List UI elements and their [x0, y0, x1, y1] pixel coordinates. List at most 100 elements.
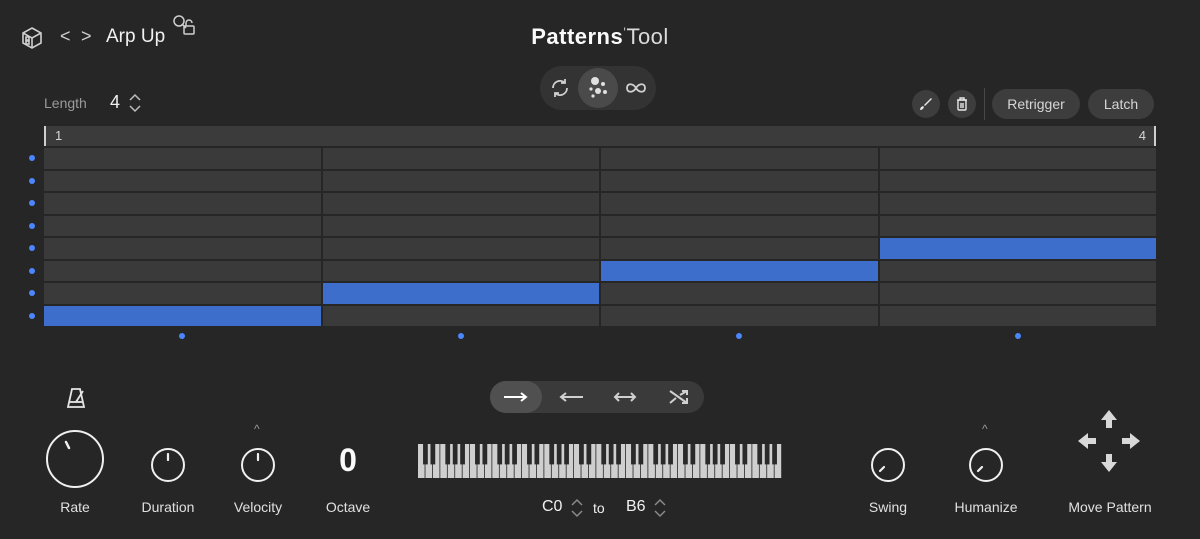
black-key[interactable] — [764, 444, 770, 465]
note-cell[interactable] — [601, 238, 878, 259]
active-note-cell[interactable] — [44, 305, 321, 326]
black-key[interactable] — [690, 444, 696, 465]
black-key[interactable] — [527, 444, 532, 465]
black-key[interactable] — [445, 444, 451, 465]
black-key[interactable] — [564, 444, 569, 465]
direction-random-icon[interactable] — [654, 381, 704, 413]
length-value[interactable]: 4 — [110, 92, 120, 113]
black-key[interactable] — [512, 444, 517, 465]
rate-knob[interactable] — [44, 428, 106, 490]
note-cell[interactable] — [322, 238, 599, 259]
octave-value[interactable]: 0 — [322, 442, 374, 479]
black-key[interactable] — [742, 444, 748, 465]
direction-forward-icon[interactable] — [490, 381, 542, 413]
black-key[interactable] — [586, 444, 592, 465]
step-indicator-dot[interactable] — [457, 333, 464, 339]
black-key[interactable] — [556, 444, 562, 465]
swing-knob[interactable] — [870, 447, 906, 483]
humanize-knob[interactable] — [968, 447, 1004, 483]
note-cell[interactable] — [879, 170, 1156, 191]
note-cell[interactable] — [879, 305, 1156, 326]
note-cell[interactable] — [879, 260, 1156, 281]
note-cell[interactable] — [601, 170, 878, 191]
black-key[interactable] — [757, 444, 763, 465]
step-indicator-dot[interactable] — [179, 333, 186, 339]
range-from-value[interactable]: C0 — [542, 498, 562, 516]
black-key[interactable] — [712, 444, 718, 465]
note-cell[interactable] — [601, 193, 878, 214]
note-cell[interactable] — [879, 148, 1156, 169]
note-cell[interactable] — [44, 283, 321, 304]
black-key[interactable] — [460, 444, 465, 465]
black-key[interactable] — [735, 444, 740, 465]
black-key[interactable] — [497, 444, 503, 465]
black-key[interactable] — [579, 444, 584, 465]
black-key[interactable] — [616, 444, 621, 465]
black-key[interactable] — [705, 444, 711, 465]
note-cell[interactable] — [44, 238, 321, 259]
black-key[interactable] — [423, 444, 428, 465]
generative-mode-icon[interactable] — [578, 68, 618, 108]
note-range-keyboard[interactable] — [418, 444, 782, 478]
note-cell[interactable] — [601, 215, 878, 236]
retrigger-button[interactable]: Retrigger — [992, 89, 1080, 119]
note-cell[interactable] — [601, 283, 878, 304]
black-key[interactable] — [601, 444, 607, 465]
active-note-cell[interactable] — [322, 283, 599, 304]
active-note-cell[interactable] — [601, 260, 878, 281]
black-key[interactable] — [608, 444, 614, 465]
black-key[interactable] — [668, 444, 673, 465]
black-key[interactable] — [482, 444, 488, 465]
black-key[interactable] — [475, 444, 480, 465]
note-cell[interactable] — [44, 170, 321, 191]
length-stepper-icon[interactable] — [128, 92, 142, 119]
trash-icon[interactable] — [948, 90, 976, 118]
loop-start-marker[interactable] — [44, 126, 46, 146]
note-cell[interactable] — [44, 260, 321, 281]
note-cell[interactable] — [322, 215, 599, 236]
range-to-value[interactable]: B6 — [626, 498, 646, 516]
range-to-stepper-icon[interactable] — [653, 497, 667, 524]
black-key[interactable] — [720, 444, 725, 465]
direction-backward-icon[interactable] — [546, 381, 596, 413]
note-cell[interactable] — [879, 193, 1156, 214]
black-key[interactable] — [653, 444, 659, 465]
black-key[interactable] — [772, 444, 777, 465]
note-cell[interactable] — [44, 193, 321, 214]
note-cell[interactable] — [44, 148, 321, 169]
note-cell[interactable] — [322, 148, 599, 169]
brush-icon[interactable] — [912, 90, 940, 118]
duration-knob[interactable] — [150, 447, 186, 483]
black-key[interactable] — [683, 444, 688, 465]
black-key[interactable] — [452, 444, 458, 465]
note-cell[interactable] — [322, 170, 599, 191]
direction-pingpong-icon[interactable] — [600, 381, 650, 413]
active-note-cell[interactable] — [879, 238, 1156, 259]
note-cell[interactable] — [44, 215, 321, 236]
loop-mode-icon[interactable] — [542, 70, 578, 106]
step-indicator-dot[interactable] — [736, 333, 743, 339]
note-cell[interactable] — [322, 260, 599, 281]
note-cell[interactable] — [322, 193, 599, 214]
note-cell[interactable] — [601, 148, 878, 169]
velocity-knob[interactable] — [240, 447, 276, 483]
black-key[interactable] — [631, 444, 636, 465]
note-cell[interactable] — [601, 305, 878, 326]
range-from-stepper-icon[interactable] — [570, 497, 584, 524]
step-grid[interactable] — [44, 148, 1156, 326]
step-ruler[interactable]: 1 4 — [44, 126, 1156, 146]
metronome-icon[interactable] — [64, 386, 88, 410]
black-key[interactable] — [549, 444, 555, 465]
black-key[interactable] — [638, 444, 644, 465]
step-indicator-dot[interactable] — [1014, 333, 1021, 339]
black-key[interactable] — [504, 444, 510, 465]
note-cell[interactable] — [322, 305, 599, 326]
black-key[interactable] — [534, 444, 540, 465]
loop-end-marker[interactable] — [1154, 126, 1156, 146]
black-key[interactable] — [660, 444, 666, 465]
black-key[interactable] — [430, 444, 436, 465]
note-cell[interactable] — [879, 215, 1156, 236]
latch-button[interactable]: Latch — [1088, 89, 1154, 119]
infinite-mode-icon[interactable] — [618, 70, 654, 106]
note-cell[interactable] — [879, 283, 1156, 304]
